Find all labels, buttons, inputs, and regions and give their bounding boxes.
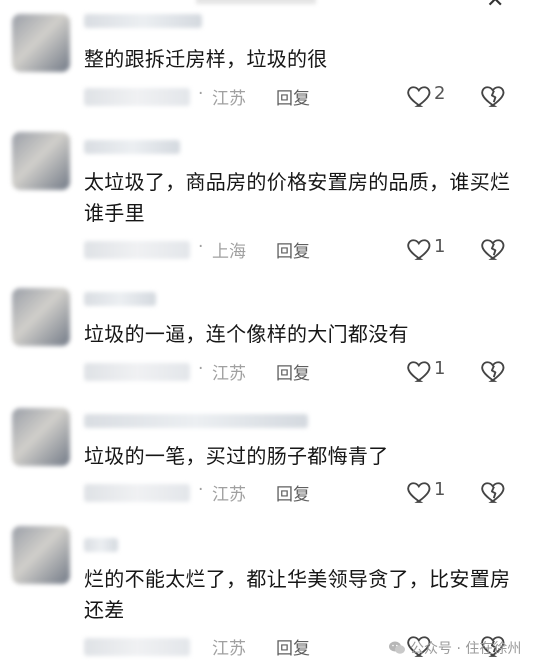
broken-heart-icon[interactable] bbox=[480, 82, 508, 110]
comment-meta: · 江苏 回复 1 bbox=[84, 478, 524, 508]
broken-heart-icon[interactable] bbox=[480, 357, 508, 385]
comment-location: 江苏 bbox=[212, 639, 246, 659]
avatar[interactable] bbox=[12, 526, 70, 584]
meta-separator: · bbox=[198, 480, 204, 500]
watermark-label: 公众号 · 住在徐州 bbox=[410, 641, 522, 657]
username[interactable] bbox=[84, 538, 118, 552]
meta-separator: · bbox=[198, 359, 204, 379]
like-count: 1 bbox=[434, 236, 446, 257]
meta-separator: · bbox=[198, 84, 204, 104]
avatar[interactable] bbox=[12, 408, 70, 466]
reply-button[interactable]: 回复 bbox=[276, 359, 310, 384]
comment-date bbox=[84, 638, 190, 656]
heart-icon[interactable] bbox=[406, 478, 434, 506]
like-count: 1 bbox=[434, 479, 446, 500]
avatar[interactable] bbox=[12, 14, 70, 72]
comment-meta: · 江苏 回复 1 bbox=[84, 357, 524, 387]
comment-text: 太垃圾了，商品房的价格安置房的品质，谁买烂谁手里 bbox=[84, 170, 511, 225]
username[interactable] bbox=[84, 414, 308, 428]
like-count: 2 bbox=[434, 83, 446, 104]
reply-button[interactable]: 回复 bbox=[276, 480, 310, 505]
comment-location: 江苏 bbox=[212, 485, 246, 505]
wechat-icon bbox=[389, 641, 405, 654]
avatar[interactable] bbox=[12, 288, 70, 346]
like-count: 1 bbox=[434, 358, 446, 379]
heart-icon[interactable] bbox=[406, 82, 434, 110]
heart-icon[interactable] bbox=[406, 235, 434, 263]
meta-separator: · bbox=[198, 237, 204, 257]
comment-date bbox=[84, 241, 190, 259]
watermark: 公众号 · 住在徐州 bbox=[388, 636, 521, 660]
broken-heart-icon[interactable] bbox=[480, 235, 508, 263]
username[interactable] bbox=[84, 292, 156, 306]
comment-meta: · 江苏 回复 2 bbox=[84, 82, 524, 112]
reply-button[interactable]: 回复 bbox=[276, 237, 310, 262]
username[interactable] bbox=[84, 14, 202, 28]
comment-text: 垃圾的一逼，连个像样的大门都没有 bbox=[84, 322, 409, 346]
comment-text: 烂的不能太烂了，都让华美领导贪了，比安置房还差 bbox=[84, 567, 511, 622]
comment-location: 上海 bbox=[212, 242, 246, 262]
comment-location: 江苏 bbox=[212, 364, 246, 384]
header-title-cut bbox=[196, 0, 316, 4]
reply-button[interactable]: 回复 bbox=[276, 634, 310, 659]
username[interactable] bbox=[84, 140, 180, 154]
comment-date bbox=[84, 363, 190, 381]
reply-button[interactable]: 回复 bbox=[276, 84, 310, 109]
comment-meta: · 上海 回复 1 bbox=[84, 235, 524, 265]
close-icon[interactable]: ✕ bbox=[486, 0, 504, 13]
comment-text: 垃圾的一笔，买过的肠子都悔青了 bbox=[84, 444, 389, 468]
avatar[interactable] bbox=[12, 132, 70, 190]
broken-heart-icon[interactable] bbox=[480, 478, 508, 506]
heart-icon[interactable] bbox=[406, 357, 434, 385]
comment-location: 江苏 bbox=[212, 89, 246, 109]
comment-date bbox=[84, 88, 190, 106]
comment-date bbox=[84, 484, 190, 502]
comment-text: 整的跟拆迁房样，垃圾的很 bbox=[84, 47, 328, 71]
